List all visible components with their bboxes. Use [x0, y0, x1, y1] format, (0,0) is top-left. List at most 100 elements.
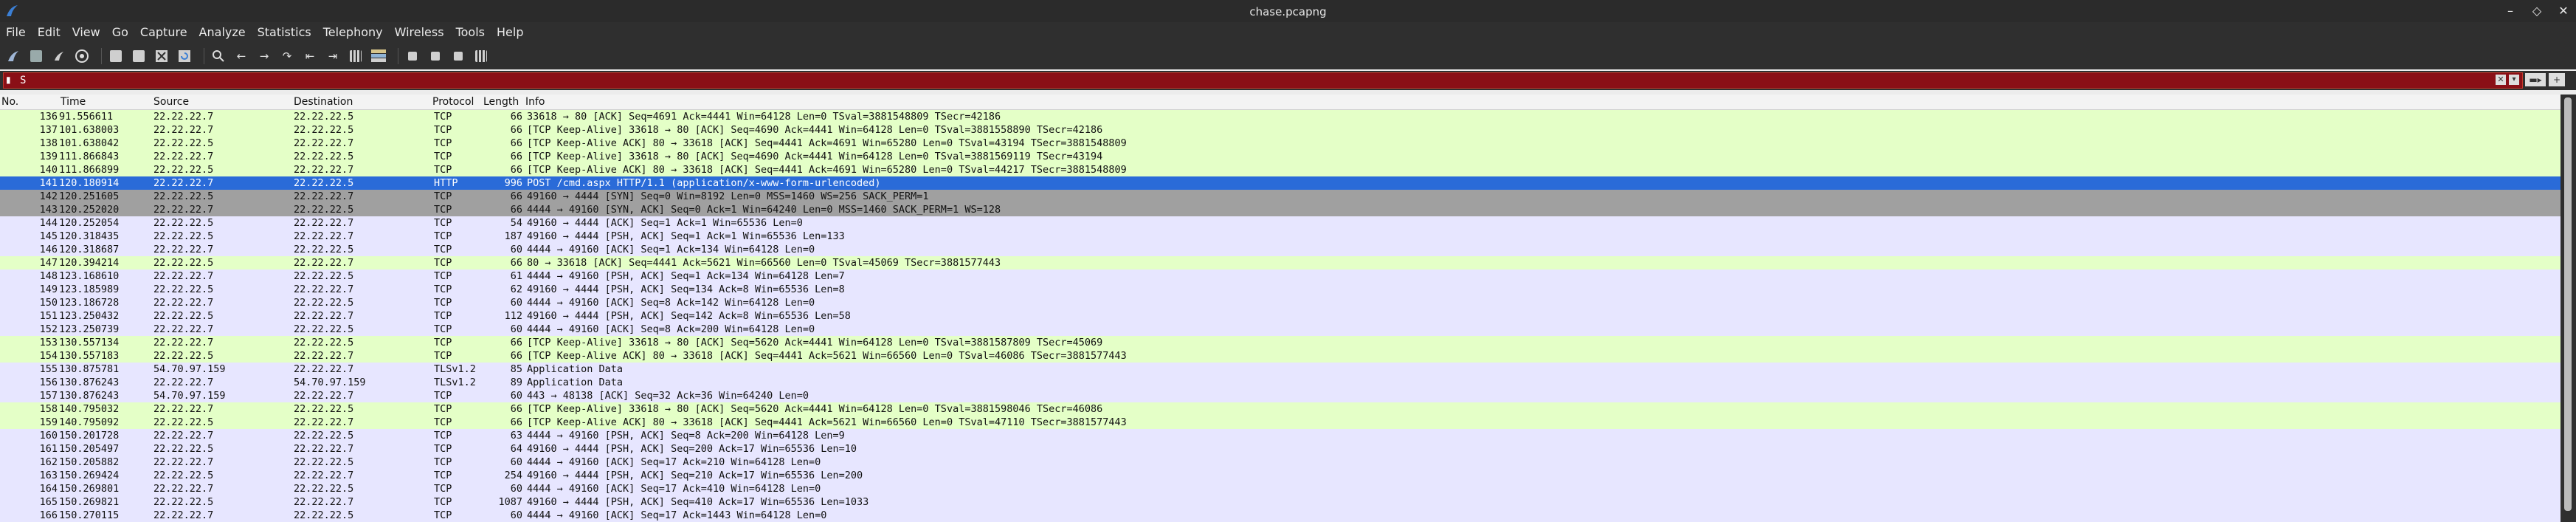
minimize-icon[interactable]: –	[2505, 4, 2515, 18]
packet-source: 22.22.22.7	[153, 403, 214, 415]
column-header-protocol[interactable]: Protocol	[432, 96, 474, 108]
go-last-icon[interactable]: ⇥	[324, 47, 342, 65]
go-back-icon[interactable]: ←	[232, 47, 250, 65]
packet-length: 60	[510, 390, 522, 402]
packet-row[interactable]: 155 130.875781 54.70.97.159 22.22.22.7 TLSv1…	[0, 363, 2561, 376]
column-header-time[interactable]: Time	[61, 96, 86, 108]
menu-help[interactable]: Help	[491, 22, 529, 43]
resize-columns-icon[interactable]	[472, 47, 490, 65]
packet-no: 154	[39, 350, 58, 362]
packet-row[interactable]: 156 130.876243 22.22.22.7 54.70.97.159 TLSv1…	[0, 376, 2561, 389]
menu-capture[interactable]: Capture	[134, 22, 193, 43]
capture-options-gear-icon[interactable]	[73, 47, 91, 65]
packet-no: 146	[39, 244, 58, 255]
packet-row[interactable]: 139 111.866843 22.22.22.7 22.22.22.5 TCP 66 [T…	[0, 150, 2561, 163]
zoom-in-icon[interactable]	[404, 47, 421, 65]
open-file-icon[interactable]	[107, 47, 125, 65]
display-filter-input[interactable]	[20, 74, 2455, 87]
packet-info: [TCP Keep-Alive ACK] 80 → 33618 [ACK] Se…	[527, 164, 1127, 176]
close-file-icon[interactable]	[153, 47, 170, 65]
colorize-icon[interactable]	[370, 47, 387, 65]
packet-row[interactable]: 154 130.557183 22.22.22.5 22.22.22.7 TCP 66 [T…	[0, 349, 2561, 363]
chevron-down-icon[interactable]: ▾	[2509, 75, 2519, 85]
column-header-length[interactable]: Length	[483, 96, 519, 108]
packet-row[interactable]: 161 150.205497 22.22.22.5 22.22.22.7 TCP 64 49…	[0, 442, 2561, 456]
menu-file[interactable]: File	[0, 22, 32, 43]
menu-tools[interactable]: Tools	[450, 22, 491, 43]
reload-file-icon[interactable]	[176, 47, 193, 65]
packet-destination: 22.22.22.7	[294, 390, 354, 402]
packet-row[interactable]: 145 120.318435 22.22.22.5 22.22.22.7 TCP 187 4…	[0, 230, 2561, 243]
column-header-destination[interactable]: Destination	[294, 96, 353, 108]
find-packet-icon[interactable]	[210, 47, 227, 65]
packet-row[interactable]: 158 140.795032 22.22.22.7 22.22.22.5 TCP 66 [T…	[0, 402, 2561, 416]
packet-row[interactable]: 137 101.638003 22.22.22.7 22.22.22.5 TCP 66 [T…	[0, 123, 2561, 137]
packet-row-selected[interactable]: 141 120.180914 22.22.22.7 22.22.22.5 HTTP 996…	[0, 176, 2561, 190]
go-to-packet-icon[interactable]: ↷	[278, 47, 296, 65]
packet-row[interactable]: 138 101.638042 22.22.22.5 22.22.22.7 TCP 66 [T…	[0, 137, 2561, 150]
display-filter-field[interactable]: ▮ ✕ ▾	[3, 72, 2523, 89]
packet-destination: 22.22.22.5	[294, 177, 354, 189]
packet-destination: 22.22.22.7	[294, 443, 354, 455]
packet-time: 150.270115	[59, 509, 120, 521]
column-header-no[interactable]: No.	[1, 96, 18, 108]
packet-row[interactable]: 143 120.252020 22.22.22.7 22.22.22.5 TCP 66 44…	[0, 203, 2561, 216]
maximize-icon[interactable]: ◇	[2532, 4, 2542, 18]
stop-square-icon[interactable]	[27, 47, 45, 65]
save-file-icon[interactable]	[130, 47, 148, 65]
packet-source: 22.22.22.7	[153, 111, 214, 123]
packet-row[interactable]: 152 123.250739 22.22.22.7 22.22.22.5 TCP 60 44…	[0, 323, 2561, 336]
packet-row[interactable]: 149 123.185989 22.22.22.5 22.22.22.7 TCP 62 49…	[0, 283, 2561, 296]
packet-length: 187	[504, 230, 522, 242]
packet-row[interactable]: 162 150.205882 22.22.22.7 22.22.22.5 TCP 60 44…	[0, 456, 2561, 469]
packet-row[interactable]: 142 120.251605 22.22.22.5 22.22.22.7 TCP 66 49…	[0, 190, 2561, 203]
restart-capture-icon[interactable]	[50, 47, 68, 65]
menu-statistics[interactable]: Statistics	[252, 22, 317, 43]
packet-row[interactable]: 144 120.252054 22.22.22.5 22.22.22.7 TCP 54 49…	[0, 216, 2561, 230]
go-first-icon[interactable]: ⇤	[301, 47, 319, 65]
packet-row[interactable]: 150 123.186728 22.22.22.7 22.22.22.5 TCP 60 44…	[0, 296, 2561, 309]
packet-list[interactable]: No. Time Source Destination Protocol Len…	[0, 95, 2561, 522]
menu-wireless[interactable]: Wireless	[389, 22, 450, 43]
packet-row[interactable]: 159 140.795092 22.22.22.5 22.22.22.7 TCP 66 [T…	[0, 416, 2561, 429]
packet-destination: 22.22.22.7	[294, 137, 354, 149]
normal-size-icon[interactable]	[449, 47, 467, 65]
menu-analyze[interactable]: Analyze	[193, 22, 252, 43]
packet-row[interactable]: 140 111.866899 22.22.22.5 22.22.22.7 TCP 66 [T…	[0, 163, 2561, 176]
menu-telephony[interactable]: Telephony	[317, 22, 389, 43]
menu-view[interactable]: View	[66, 22, 106, 43]
packet-row[interactable]: 153 130.557134 22.22.22.7 22.22.22.5 TCP 66 [T…	[0, 336, 2561, 349]
go-forward-icon[interactable]: →	[255, 47, 273, 65]
column-header-info[interactable]: Info	[525, 96, 545, 108]
menu-edit[interactable]: Edit	[32, 22, 66, 43]
shark-fin-start-icon[interactable]	[4, 47, 22, 65]
packet-row[interactable]: 165 150.269821 22.22.22.5 22.22.22.7 TCP 1087…	[0, 495, 2561, 509]
zoom-out-icon[interactable]	[427, 47, 444, 65]
packet-length: 60	[510, 323, 522, 335]
column-header-source[interactable]: Source	[153, 96, 189, 108]
packet-row[interactable]: 163 150.269424 22.22.22.5 22.22.22.7 TCP 254 4…	[0, 469, 2561, 482]
packet-length: 64	[510, 443, 522, 455]
packet-row[interactable]: 148 123.168610 22.22.22.7 22.22.22.5 TCP 61 44…	[0, 269, 2561, 283]
packet-length: 66	[510, 151, 522, 162]
autoscroll-icon[interactable]	[347, 47, 365, 65]
packet-row[interactable]: 136 91.556611 22.22.22.7 22.22.22.5 TCP 66 336…	[0, 110, 2561, 123]
packet-source: 22.22.22.7	[153, 244, 214, 255]
clear-x-icon[interactable]: ✕	[2496, 75, 2506, 85]
packet-row[interactable]: 164 150.269801 22.22.22.7 22.22.22.5 TCP 60 44…	[0, 482, 2561, 495]
add-filter-button[interactable]: +	[2549, 73, 2565, 86]
scrollbar-thumb[interactable]	[2564, 97, 2572, 511]
menu-go[interactable]: Go	[106, 22, 134, 43]
apply-filter-button[interactable]: ▬▸	[2525, 73, 2546, 86]
packet-info: 4444 → 49160 [SYN, ACK] Seq=0 Ack=1 Win=…	[527, 204, 1001, 216]
packet-length: 60	[510, 244, 522, 255]
vertical-scrollbar[interactable]	[2561, 95, 2576, 522]
packet-row[interactable]: 160 150.201728 22.22.22.7 22.22.22.5 TCP 63 44…	[0, 429, 2561, 442]
packet-row[interactable]: 147 120.394214 22.22.22.5 22.22.22.7 TCP 66 80…	[0, 256, 2561, 269]
close-icon[interactable]: ✕	[2558, 4, 2569, 18]
packet-row[interactable]: 166 150.270115 22.22.22.7 22.22.22.5 TCP 60 44…	[0, 509, 2561, 522]
packet-row[interactable]: 151 123.250432 22.22.22.5 22.22.22.7 TCP 112 4…	[0, 309, 2561, 323]
packet-row[interactable]: 146 120.318687 22.22.22.7 22.22.22.5 TCP 60 44…	[0, 243, 2561, 256]
packet-row[interactable]: 157 130.876243 54.70.97.159 22.22.22.7 TCP 60…	[0, 389, 2561, 402]
bookmark-icon[interactable]: ▮	[6, 75, 15, 86]
